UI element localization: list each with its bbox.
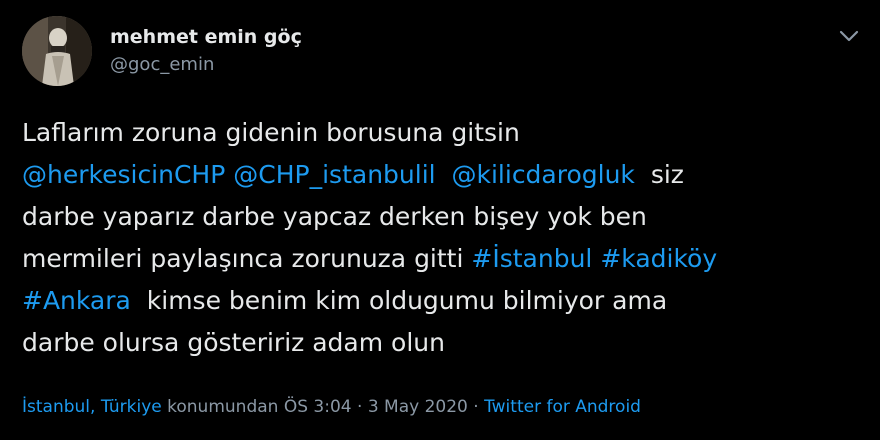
avatar[interactable] bbox=[22, 16, 92, 86]
meta-separator: · bbox=[473, 397, 479, 417]
tweet-text-segment: kimse benim kim oldugumu bilmiyor ama bbox=[146, 286, 668, 315]
tweet-text-segment: Laflarım zoruna gidenin borusuna gitsin bbox=[22, 118, 520, 147]
hashtag-link[interactable]: #kadiköy bbox=[600, 244, 717, 273]
tweet-text-segment: darbe olursa gösteririz adam olun bbox=[22, 328, 445, 357]
tweet-meta: İstanbul, Türkiye konumundan ÖS 3:04 · 3… bbox=[22, 397, 641, 417]
tweet-line: mermileri paylaşınca zorunuza gitti #İst… bbox=[22, 238, 872, 280]
tweet-line: Laflarım zoruna gidenin borusuna gitsin bbox=[22, 112, 872, 154]
tweet-time[interactable]: ÖS 3:04 bbox=[284, 397, 352, 417]
mention-link[interactable]: @herkesicinCHP bbox=[22, 160, 225, 189]
tweet-text: Laflarım zoruna gidenin borusuna gitsin … bbox=[22, 112, 872, 364]
tweet-line: #Ankara kimse benim kim oldugumu bilmiyo… bbox=[22, 280, 872, 322]
meta-separator: · bbox=[357, 397, 363, 417]
tweet-line: darbe olursa gösteririz adam olun bbox=[22, 322, 872, 364]
location-link[interactable]: İstanbul, Türkiye bbox=[22, 397, 162, 417]
chevron-down-icon[interactable] bbox=[836, 26, 862, 46]
tweet-text-segment: siz bbox=[650, 160, 684, 189]
tweet-date[interactable]: 3 May 2020 bbox=[368, 397, 468, 417]
hashtag-link[interactable]: #İstanbul bbox=[471, 244, 592, 273]
tweet-line: darbe yaparız darbe yapcaz derken bişey … bbox=[22, 196, 872, 238]
tweet-text-segment: mermileri paylaşınca zorunuza gitti bbox=[22, 244, 464, 273]
user-display-name[interactable]: mehmet emin göç bbox=[110, 26, 302, 48]
tweet-text-segment: darbe yaparız darbe yapcaz derken bişey … bbox=[22, 202, 647, 231]
hashtag-link[interactable]: #Ankara bbox=[22, 286, 131, 315]
mention-link[interactable]: @kilicdarogluk bbox=[452, 160, 635, 189]
user-handle[interactable]: @goc_emin bbox=[110, 54, 214, 75]
location-suffix: konumundan bbox=[167, 397, 279, 417]
source-link[interactable]: Twitter for Android bbox=[484, 397, 641, 417]
tweet-line: @herkesicinCHP @CHP_istanbulil @kilicdar… bbox=[22, 154, 872, 196]
mention-link[interactable]: @CHP_istanbulil bbox=[233, 160, 435, 189]
